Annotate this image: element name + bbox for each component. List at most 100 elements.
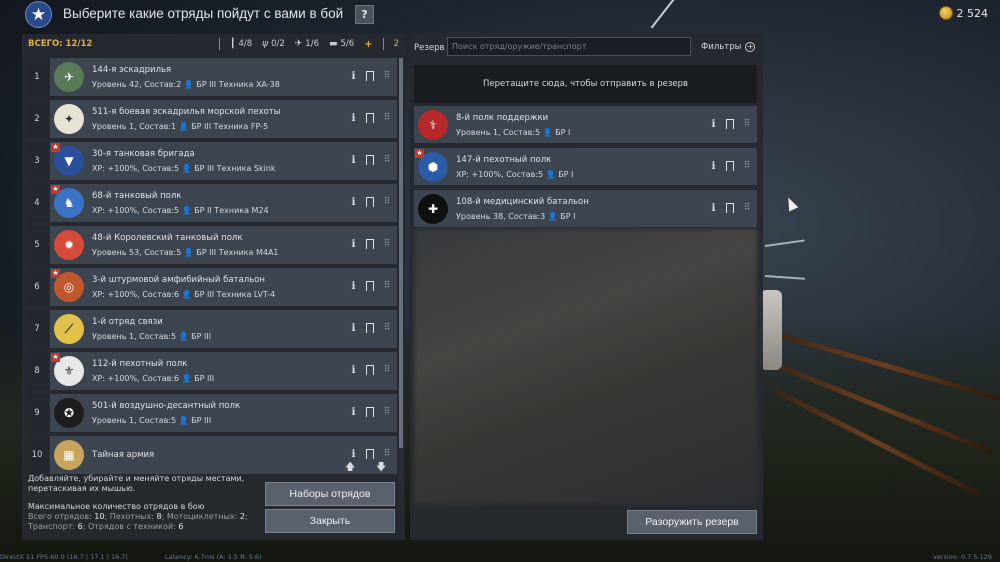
reserve-panel: Резерв Фильтры + Перетащите сюда, чтобы … bbox=[410, 34, 763, 540]
emblem-shape: ▦ bbox=[54, 440, 84, 470]
squad-row[interactable]: 2 ✦ 511-я боевая эскадрилья морской пехоты… bbox=[26, 100, 397, 142]
drag-handle-icon[interactable]: ⠿ bbox=[382, 238, 391, 250]
squad-scrollbar[interactable] bbox=[399, 58, 403, 488]
drag-handle-icon[interactable]: ⠿ bbox=[382, 196, 391, 208]
info-icon[interactable]: i bbox=[709, 160, 718, 172]
info-icon[interactable]: i bbox=[349, 196, 358, 208]
squad-row[interactable]: 3 ▼ ★ 30-я танковая бригада XP: +100%, Соста… bbox=[26, 142, 397, 184]
squad-card[interactable]: ✈ 144-я эскадрилья Уровень 42, Состав:2 👤 … bbox=[50, 58, 397, 96]
squad-card[interactable]: ✚ 108-й медицинский батальон Уровень 38, С… bbox=[414, 190, 757, 227]
squad-card[interactable]: ⬢ ★ 147-й пехотный полк XP: +100%, Состав:5… bbox=[414, 148, 757, 185]
disarm-reserve-button[interactable]: Разоружить резерв bbox=[627, 510, 757, 534]
faction-star-icon: ★ bbox=[25, 1, 52, 28]
drag-handle-icon[interactable]: ⠿ bbox=[382, 448, 391, 460]
drag-handle-icon[interactable]: ⠿ bbox=[382, 154, 391, 166]
squad-card[interactable]: ✪ 501-й воздушно-десантный полк Уровень 1,… bbox=[50, 394, 397, 432]
squad-row[interactable]: 8 ⚜ ★ 112-й пехотный полк XP: +100%, Состав:… bbox=[26, 352, 397, 394]
squad-emblem-icon: ✹ bbox=[51, 227, 87, 263]
reserve-search-input[interactable] bbox=[447, 37, 691, 56]
squad-card[interactable]: ◎ ★ 3-й штурмовой амфибийный батальон XP: +… bbox=[50, 268, 397, 306]
squad-row[interactable]: 4 ♞ ★ 68-й танковый полк XP: +100%, Состав:5… bbox=[26, 184, 397, 226]
squad-row[interactable]: ⬢ ★ 147-й пехотный полк XP: +100%, Состав:5… bbox=[414, 148, 757, 190]
bookmark-icon[interactable] bbox=[726, 203, 734, 216]
info-icon[interactable]: i bbox=[349, 448, 358, 460]
currency-display: 2 524 bbox=[938, 6, 988, 20]
squad-details: Уровень 53, Состав:5 👤 БР III Техника M4… bbox=[92, 248, 279, 257]
squad-actions: i ⠿ bbox=[349, 322, 391, 336]
squad-details: Уровень 1, Состав:5 👤 БР III bbox=[92, 416, 212, 425]
drag-handle-icon[interactable]: ⠿ bbox=[382, 70, 391, 82]
squad-name: 501-й воздушно-десантный полк bbox=[92, 401, 241, 411]
move-up-arrow-icon[interactable]: 🡅 bbox=[345, 460, 355, 477]
bookmark-icon[interactable] bbox=[366, 71, 374, 84]
help-button[interactable]: ? bbox=[355, 5, 374, 24]
info-icon[interactable]: i bbox=[349, 154, 358, 166]
filters-button[interactable]: Фильтры + bbox=[701, 42, 756, 52]
squad-number: 1 bbox=[26, 58, 48, 96]
squad-card[interactable]: ⚜ ★ 112-й пехотный полк XP: +100%, Состав:6… bbox=[50, 352, 397, 390]
drag-handle-icon[interactable]: ⠿ bbox=[742, 160, 751, 172]
squad-row[interactable]: 1 ✈ 144-я эскадрилья Уровень 42, Состав:2 👤… bbox=[26, 58, 397, 100]
bookmark-icon[interactable] bbox=[726, 119, 734, 132]
squad-row[interactable]: ⚕ 8-й полк поддержки Уровень 1, Состав:5 👤… bbox=[414, 106, 757, 148]
bookmark-icon[interactable] bbox=[366, 449, 374, 462]
bookmark-icon[interactable] bbox=[726, 161, 734, 174]
squad-details: XP: +100%, Состав:6 👤 БР III Техника LVT… bbox=[92, 290, 276, 299]
drag-handle-icon[interactable]: ⠿ bbox=[382, 406, 391, 418]
bookmark-icon[interactable] bbox=[366, 155, 374, 168]
scroll-thumb[interactable] bbox=[399, 58, 403, 448]
filters-label: Фильтры bbox=[701, 42, 742, 52]
info-icon[interactable]: i bbox=[709, 202, 718, 214]
bookmark-icon[interactable] bbox=[366, 197, 374, 210]
add-slot-icon[interactable]: + bbox=[364, 39, 372, 50]
drag-handle-icon[interactable]: ⠿ bbox=[742, 202, 751, 214]
reserve-drop-zone[interactable]: Перетащите сюда, чтобы отправить в резер… bbox=[414, 65, 757, 103]
bookmark-icon[interactable] bbox=[366, 281, 374, 294]
squad-card[interactable]: ▼ ★ 30-я танковая бригада XP: +100%, Состав… bbox=[50, 142, 397, 180]
info-icon[interactable]: i bbox=[349, 322, 358, 334]
info-icon[interactable]: i bbox=[349, 112, 358, 124]
info-icon[interactable]: i bbox=[349, 364, 358, 376]
close-button[interactable]: Закрыть bbox=[265, 509, 395, 533]
squad-number: 3 bbox=[26, 142, 48, 180]
squad-card[interactable]: ⟋ 1-й отряд связи Уровень 1, Состав:5 👤 БР… bbox=[50, 310, 397, 348]
squad-presets-button[interactable]: Наборы отрядов bbox=[265, 482, 395, 506]
squad-row[interactable]: ✚ 108-й медицинский батальон Уровень 38, С… bbox=[414, 190, 757, 232]
add-filter-icon: + bbox=[745, 42, 756, 52]
squad-card[interactable]: ✦ 511-я боевая эскадрилья морской пехоты У… bbox=[50, 100, 397, 138]
squad-card[interactable]: ✹ 48-й Королевский танковый полк Уровень 5… bbox=[50, 226, 397, 264]
squad-text: 48-й Королевский танковый полк Уровень 53… bbox=[92, 233, 279, 257]
info-icon[interactable]: i bbox=[349, 280, 358, 292]
drag-handle-icon[interactable]: ⠿ bbox=[382, 364, 391, 376]
squad-row[interactable]: 10 ▦ Тайная армия i ⠿ bbox=[26, 436, 397, 478]
move-down-arrow-icon[interactable]: 🡇 bbox=[376, 460, 386, 477]
emblem-shape: ⟋ bbox=[54, 314, 84, 344]
bookmark-icon[interactable] bbox=[366, 323, 374, 336]
squad-row[interactable]: 5 ✹ 48-й Королевский танковый полк Уровень … bbox=[26, 226, 397, 268]
bookmark-icon[interactable] bbox=[366, 365, 374, 378]
header: ★ Выберите какие отряды пойдут с вами в … bbox=[0, 0, 1000, 30]
bookmark-icon[interactable] bbox=[366, 113, 374, 126]
squad-name: 1-й отряд связи bbox=[92, 317, 163, 327]
squad-row[interactable]: 6 ◎ ★ 3-й штурмовой амфибийный батальон XP: … bbox=[26, 268, 397, 310]
squad-details: XP: +100%, Состав:5 👤 БР I bbox=[456, 169, 574, 179]
squad-card[interactable]: ⚕ 8-й полк поддержки Уровень 1, Состав:5 👤… bbox=[414, 106, 757, 143]
info-icon[interactable]: i bbox=[349, 238, 358, 250]
squad-panel: ВСЕГО: 12/12 ┃ 4/8 ψ 0/2 ✈ 1/6 ▬ 5/6 + 2 1 ✈ 1… bbox=[22, 34, 405, 540]
drag-handle-icon[interactable]: ⠿ bbox=[382, 280, 391, 292]
drag-handle-icon[interactable]: ⠿ bbox=[742, 118, 751, 130]
bookmark-icon[interactable] bbox=[366, 239, 374, 252]
info-icon[interactable]: i bbox=[349, 406, 358, 418]
squad-row[interactable]: 9 ✪ 501-й воздушно-десантный полк Уровень 1… bbox=[26, 394, 397, 436]
squad-details: XP: +100%, Состав:6 👤 БР III bbox=[92, 374, 215, 383]
squad-card[interactable]: ♞ ★ 68-й танковый полк XP: +100%, Состав:5 … bbox=[50, 184, 397, 222]
squad-name: Тайная армия bbox=[92, 450, 155, 460]
drag-handle-icon[interactable]: ⠿ bbox=[382, 322, 391, 334]
info-icon[interactable]: i bbox=[709, 118, 718, 130]
squad-name: 147-й пехотный полк bbox=[456, 154, 552, 165]
info-icon[interactable]: i bbox=[349, 70, 358, 82]
bookmark-icon[interactable] bbox=[366, 407, 374, 420]
drag-handle-icon[interactable]: ⠿ bbox=[382, 112, 391, 124]
squad-details: Уровень 1, Состав:5 👤 БР III bbox=[92, 332, 212, 341]
squad-row[interactable]: 7 ⟋ 1-й отряд связи Уровень 1, Состав:5 👤 Б… bbox=[26, 310, 397, 352]
